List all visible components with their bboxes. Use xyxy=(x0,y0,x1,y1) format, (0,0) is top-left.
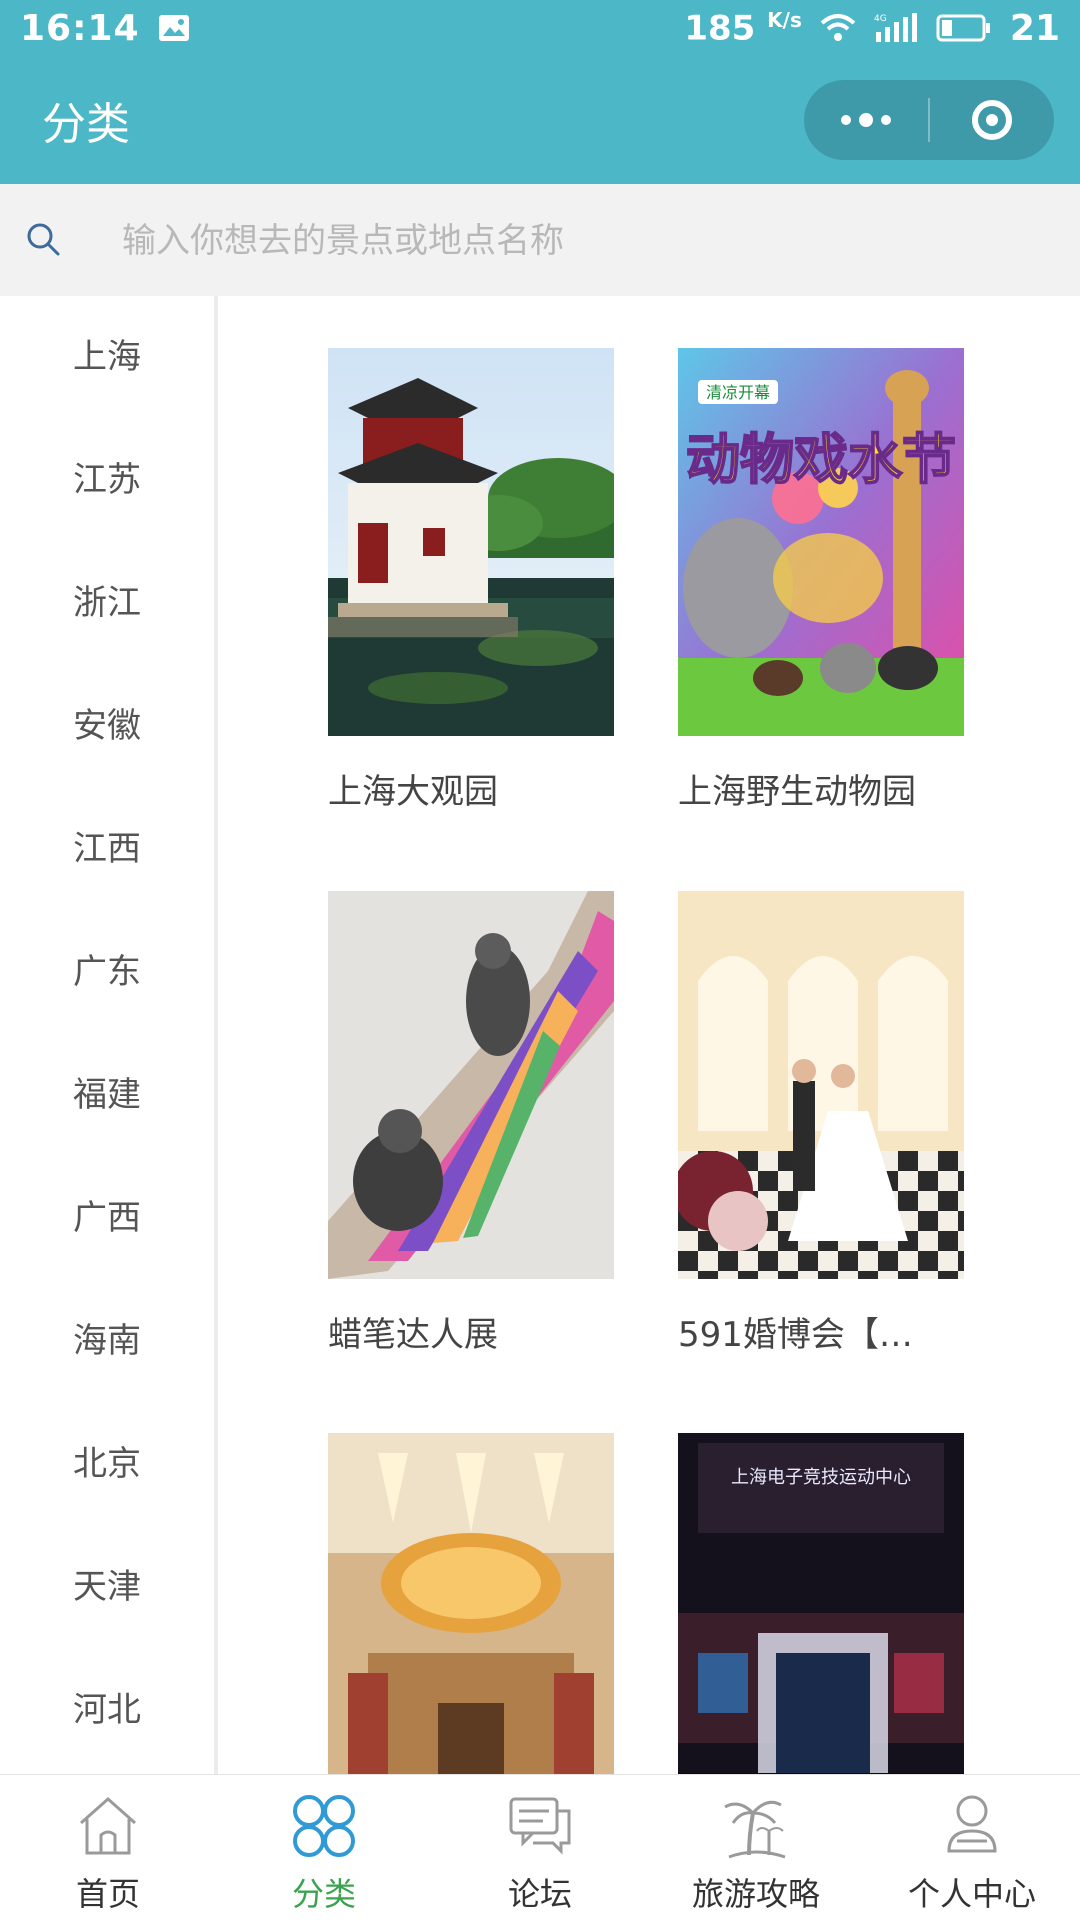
battery-level: 21 xyxy=(1009,7,1060,49)
target-icon xyxy=(972,100,1012,140)
more-dots-icon xyxy=(841,113,891,127)
palm-tree-icon xyxy=(724,1800,786,1859)
tab-label: 首页 xyxy=(75,1875,140,1913)
sidebar-item-guangdong[interactable]: 广东 xyxy=(0,911,214,1034)
close-mini-program-button[interactable] xyxy=(930,80,1054,160)
signal-icon: 4G xyxy=(874,13,917,42)
region-sidebar: 上海 江苏 浙江 安徽 江西 广东 福建 广西 海南 北京 天津 河北 xyxy=(0,296,218,1774)
spot-image: 上海电子竞技运动中心 xyxy=(678,1433,964,1774)
sidebar-item-jiangxi[interactable]: 江西 xyxy=(0,788,214,911)
spot-name: 上海野生动物园 xyxy=(678,772,916,812)
spot-image xyxy=(678,891,964,1279)
tab-travel-guide[interactable]: 旅游攻略 xyxy=(648,1775,864,1921)
sidebar-item-hebei[interactable]: 河北 xyxy=(0,1649,214,1772)
page-title: 分类 xyxy=(42,99,130,150)
network-speed: 185 K/s xyxy=(684,7,802,49)
search-input[interactable] xyxy=(120,208,1044,274)
svg-text:4G: 4G xyxy=(874,14,887,24)
spot-card-wedding-expo[interactable]: 591婚博会【… xyxy=(678,891,964,1356)
spot-card-crayon-exhibition[interactable]: 蜡笔达人展 xyxy=(328,891,614,1356)
sidebar-item-zhejiang[interactable]: 浙江 xyxy=(0,542,214,665)
sidebar-item-jiangsu[interactable]: 江苏 xyxy=(0,419,214,542)
tab-home[interactable]: 首页 xyxy=(0,1775,216,1921)
category-icon xyxy=(293,1795,355,1857)
svg-text:动物戏水节: 动物戏水节 xyxy=(686,428,956,491)
tab-profile[interactable]: 个人中心 xyxy=(864,1775,1080,1921)
spot-image xyxy=(328,1433,614,1774)
tab-label: 个人中心 xyxy=(907,1875,1036,1913)
tab-category[interactable]: 分类 xyxy=(216,1775,432,1921)
spot-grid: 上海大观园 清凉开幕 动物戏水节 上海野生动物园 蜡笔达人展 591婚博会【… … xyxy=(218,296,1080,1774)
search-icon xyxy=(27,223,60,256)
svg-text:清凉开幕: 清凉开幕 xyxy=(706,383,770,402)
spot-card-esports-center[interactable]: 上海电子竞技运动中心 xyxy=(678,1433,964,1774)
tab-bar: 首页 分类 论坛 旅游攻略 个人中心 xyxy=(0,1774,1080,1921)
sidebar-item-tianjin[interactable]: 天津 xyxy=(0,1526,214,1649)
sidebar-item-fujian[interactable]: 福建 xyxy=(0,1034,214,1157)
sidebar-item-anhui[interactable]: 安徽 xyxy=(0,665,214,788)
spot-image: 清凉开幕 动物戏水节 xyxy=(678,348,964,736)
spot-image xyxy=(328,891,614,1279)
status-bar: 16:14 185 K/s 4G 21 xyxy=(0,0,1080,56)
svg-text:上海电子竞技运动中心: 上海电子竞技运动中心 xyxy=(731,1467,911,1488)
spot-card-wildlife-park[interactable]: 清凉开幕 动物戏水节 上海野生动物园 xyxy=(678,348,964,813)
mini-program-capsule xyxy=(804,80,1054,160)
sidebar-item-beijing[interactable]: 北京 xyxy=(0,1403,214,1526)
spot-card-daguanyuan[interactable]: 上海大观园 xyxy=(328,348,614,813)
battery-icon xyxy=(936,14,990,42)
tab-label: 分类 xyxy=(291,1875,356,1913)
tab-label: 论坛 xyxy=(507,1875,572,1913)
search-bar xyxy=(0,184,1080,296)
spot-image xyxy=(328,348,614,736)
sidebar-item-shanghai[interactable]: 上海 xyxy=(0,296,214,419)
spot-name: 蜡笔达人展 xyxy=(328,1315,498,1355)
forum-icon xyxy=(509,1797,571,1855)
home-icon xyxy=(80,1796,136,1855)
more-button[interactable] xyxy=(804,80,928,160)
spot-card-banquet-hall[interactable] xyxy=(328,1433,614,1774)
tab-label: 旅游攻略 xyxy=(691,1875,820,1913)
status-time: 16:14 xyxy=(20,7,140,49)
spot-name: 591婚博会【… xyxy=(678,1315,913,1355)
sidebar-item-hainan[interactable]: 海南 xyxy=(0,1280,214,1403)
nav-bar: 分类 xyxy=(0,56,1080,184)
image-notification-icon xyxy=(158,15,189,41)
wifi-icon xyxy=(820,14,856,41)
sidebar-item-guangxi[interactable]: 广西 xyxy=(0,1157,214,1280)
tab-forum[interactable]: 论坛 xyxy=(432,1775,648,1921)
user-icon xyxy=(947,1795,997,1853)
spot-name: 上海大观园 xyxy=(328,772,498,812)
